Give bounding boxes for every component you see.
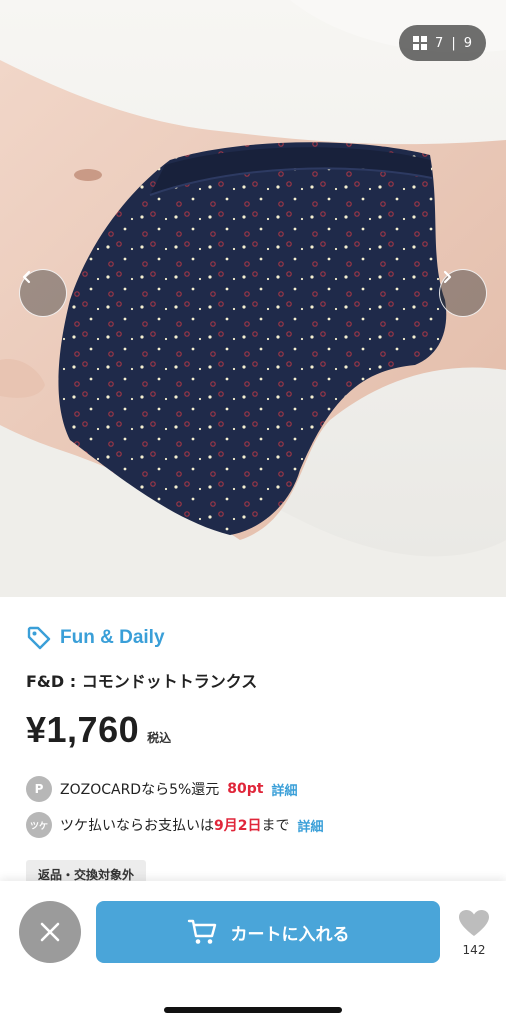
product-photo <box>0 0 506 597</box>
product-image[interactable]: 7 | 9 <box>0 0 506 597</box>
next-image-button[interactable] <box>439 269 487 317</box>
brand-name[interactable]: Fun & Daily <box>60 627 165 649</box>
counter-total: 9 <box>463 35 472 51</box>
zozocard-detail-link[interactable]: 詳細 <box>272 780 298 799</box>
bottom-action-bar: カートに入れる 142 <box>0 881 506 1024</box>
previous-image-button[interactable] <box>19 269 67 317</box>
price: ¥1,760 <box>26 709 140 750</box>
tag-icon <box>27 626 51 650</box>
home-indicator <box>164 1007 342 1013</box>
add-to-cart-label: カートに入れる <box>230 924 350 945</box>
favorite-button[interactable]: 142 <box>454 909 494 957</box>
product-info: Fun & Daily F&D : コモンドットトランクス ¥1,760 税込 … <box>26 622 486 889</box>
tsuke-payment-row: ツケ ツケ払いならお支払いは9月2日まで 詳細 <box>26 812 486 838</box>
price-row: ¥1,760 税込 <box>26 712 486 748</box>
grid-icon <box>413 36 428 50</box>
tsuke-text: ツケ払いならお支払いは <box>60 818 214 834</box>
tsuke-icon: ツケ <box>26 812 52 838</box>
favorite-count: 142 <box>462 943 486 957</box>
tax-label: 税込 <box>147 731 172 745</box>
chevron-right-icon <box>443 270 452 284</box>
close-button[interactable] <box>19 901 81 963</box>
add-to-cart-button[interactable]: カートに入れる <box>96 901 440 963</box>
heart-icon <box>459 910 489 936</box>
tsuke-detail-link[interactable]: 詳細 <box>297 816 323 835</box>
counter-current: 7 <box>435 35 444 51</box>
zozocard-points-row: P ZOZOCARDなら5%還元 80pt 詳細 <box>26 776 486 802</box>
points-icon: P <box>26 776 52 802</box>
counter-separator: | <box>451 35 456 51</box>
image-counter[interactable]: 7 | 9 <box>399 25 486 61</box>
close-icon <box>40 922 60 942</box>
chevron-left-icon <box>22 270 31 284</box>
cart-icon <box>187 919 216 944</box>
zozocard-points: 80pt <box>227 781 264 797</box>
product-title: F&D : コモンドットトランクス <box>26 672 258 691</box>
zozocard-text: ZOZOCARDなら5%還元 <box>60 782 220 798</box>
tsuke-date: 9月2日 <box>214 818 262 834</box>
tsuke-text-after: まで <box>261 818 290 834</box>
brand-link[interactable]: Fun & Daily <box>26 622 486 654</box>
